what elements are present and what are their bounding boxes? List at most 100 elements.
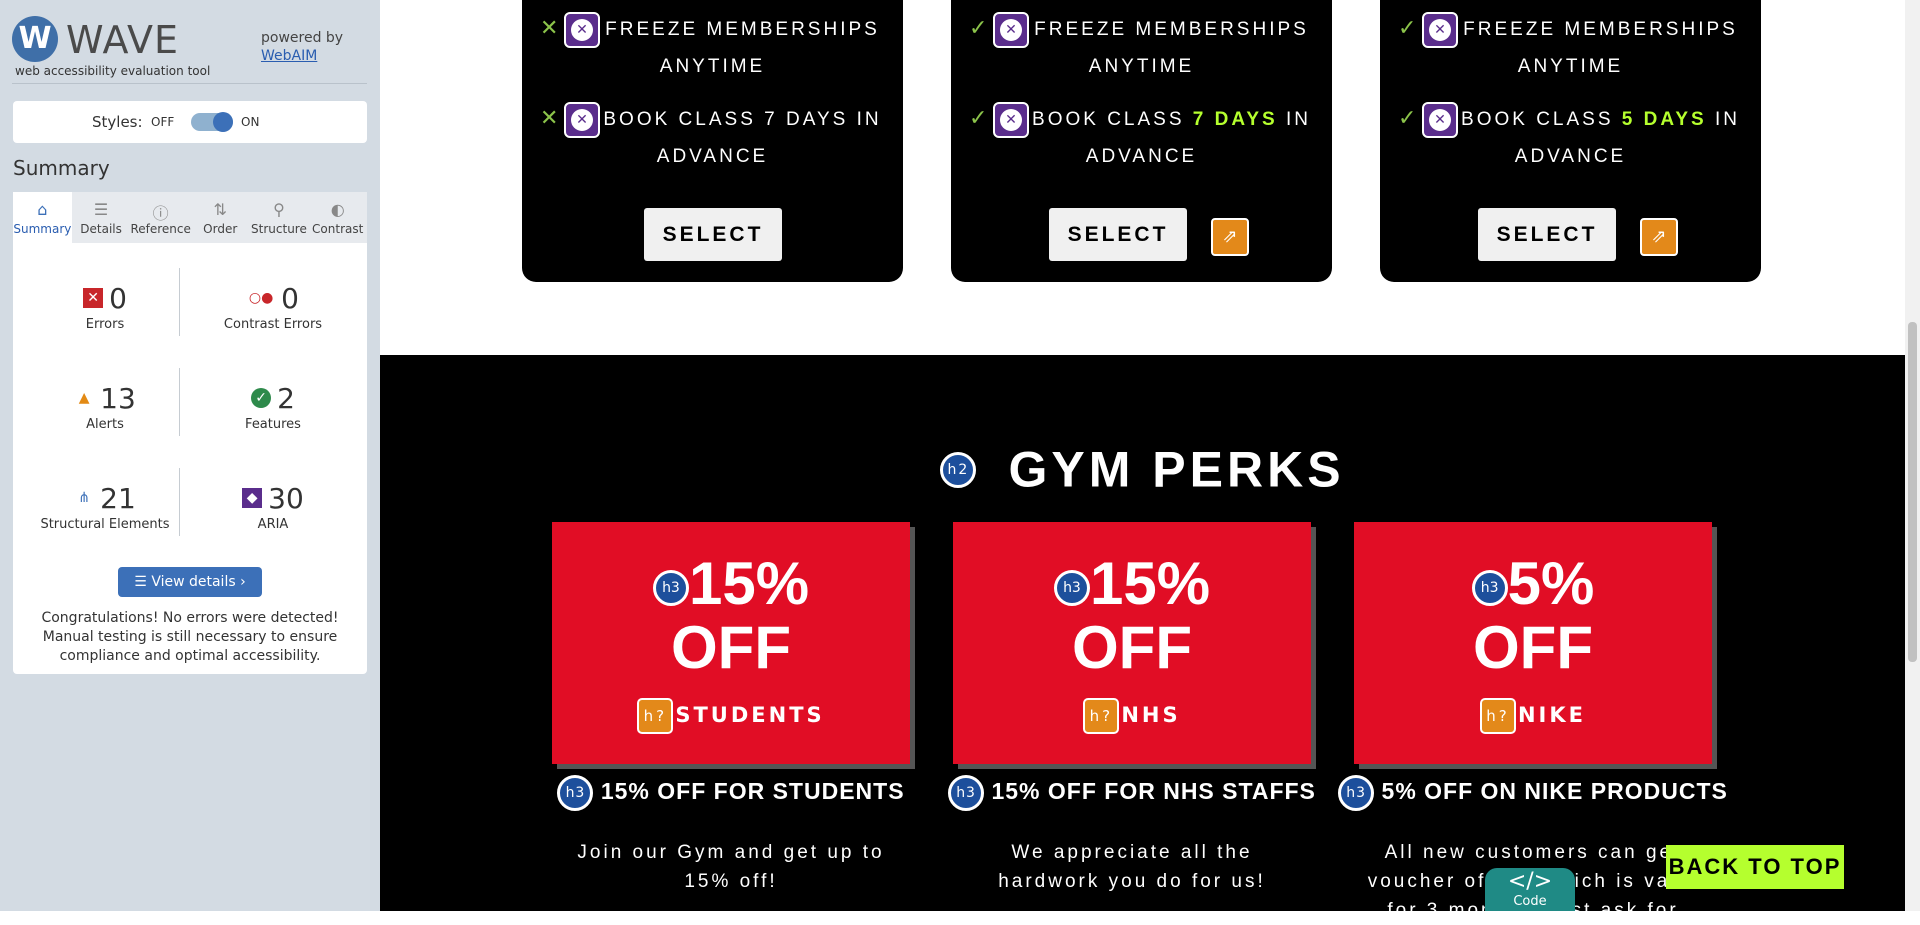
perk-off: OFF	[1473, 614, 1593, 681]
desc-line: All new customers can get	[1384, 842, 1682, 863]
list-icon: ☰	[93, 200, 109, 219]
heading-level-icon: h3	[1471, 570, 1508, 607]
redundant-link-icon[interactable]: ⇗	[1640, 218, 1678, 256]
structural-stat[interactable]: ⋔ 21 Structural Elements	[25, 482, 185, 532]
feature-text: BOOK CLASS 7 DAYS IN	[603, 109, 882, 130]
wave-header: W WAVE web accessibility evaluation tool…	[12, 14, 367, 84]
perk-card: h3 15% OFF h? STUDENTS	[552, 522, 910, 764]
alerts-label: Alerts	[86, 417, 124, 432]
plan-feature-line2: ADVANCE	[1514, 146, 1627, 167]
perk-percent: 15%	[688, 550, 810, 617]
home-icon: ⌂	[37, 200, 48, 219]
styles-on-label: ON	[241, 115, 260, 129]
desc-line: 15% off!	[684, 871, 778, 892]
tab-contrast[interactable]: ◐ Contrast	[308, 192, 367, 243]
aria-icon: ◆	[242, 488, 263, 508]
perk-card: h3 15% OFF h? NHS	[953, 522, 1311, 764]
alerts-count: 13	[100, 382, 136, 415]
structure-icon: ⚲	[273, 200, 285, 219]
feature-highlight: 5 DAYS	[1621, 109, 1707, 130]
plan-feature-line2: ANYTIME	[659, 56, 766, 77]
code-toggle-button[interactable]: </> Code	[1485, 868, 1575, 911]
perk-name: h? NHS	[953, 698, 1311, 734]
tab-summary[interactable]: ⌂ Summary	[13, 192, 72, 243]
alerts-stat[interactable]: ▲ 13 Alerts	[25, 382, 185, 432]
webaim-link[interactable]: WebAIM	[261, 48, 317, 64]
perk-off: OFF	[671, 614, 791, 681]
plan-card: ✓ ✕ FREEZE MEMBERSHIPS ANYTIME ✓ ✕ BOOK …	[951, 0, 1332, 282]
vertical-scrollbar[interactable]	[1905, 0, 1920, 911]
heading-level-icon: h3	[1338, 775, 1375, 811]
aria-stat[interactable]: ◆ 30 ARIA	[193, 482, 353, 532]
scrollbar-thumb[interactable]	[1908, 322, 1917, 662]
aria-count: 30	[268, 482, 304, 515]
select-button[interactable]: SELECT	[1478, 208, 1616, 261]
plan-feature-line2: ADVANCE	[656, 146, 769, 167]
tab-reference[interactable]: ⓘ Reference	[130, 192, 190, 243]
possible-heading-icon: h?	[637, 698, 674, 734]
structure-icon: ⋔	[78, 490, 91, 506]
desc-line: We appreciate all the	[1011, 842, 1253, 863]
tab-order-label: Order	[203, 222, 238, 236]
tab-contrast-label: Contrast	[312, 222, 364, 236]
perks-title: GYM PERKS	[1008, 441, 1345, 498]
tab-structure[interactable]: ⚲ Structure	[250, 192, 309, 243]
styles-toggle-switch[interactable]	[191, 112, 233, 132]
congrats-message: Congratulations! No errors were detected…	[41, 610, 339, 664]
powered-by-label: powered by	[261, 30, 344, 46]
errors-count: 0	[109, 282, 127, 315]
perk-name: h? STUDENTS	[552, 698, 910, 734]
plan-feature-line2: ANYTIME	[1088, 56, 1195, 77]
structural-label: Structural Elements	[40, 517, 170, 532]
order-icon: ⇅	[213, 200, 227, 219]
select-button[interactable]: SELECT	[644, 208, 782, 261]
plan-feature: BOOK CLASS 5 DAYS IN	[1380, 102, 1761, 138]
desc-line: Join our Gym and get up to	[577, 842, 885, 863]
page-content: ✕ ✕ FREEZE MEMBERSHIPS ANYTIME ✕ ✕ BOOK …	[380, 0, 1905, 921]
back-to-top-button[interactable]: BACK TO TOP	[1666, 845, 1844, 889]
features-stat[interactable]: ✓ 2 Features	[193, 382, 353, 432]
divider	[179, 268, 180, 336]
summary-heading: Summary	[13, 156, 110, 180]
plan-feature-line2: ANYTIME	[1517, 56, 1624, 77]
perk-subtitle-text: 15% OFF FOR NHS STAFFS	[991, 778, 1316, 805]
contrast-errors-stat[interactable]: ○● 0 Contrast Errors	[193, 282, 353, 332]
perk-description: Join our Gym and get up to 15% off!	[551, 838, 911, 896]
plan-feature-line2: ADVANCE	[1085, 146, 1198, 167]
heading-level-icon: h3	[948, 775, 985, 811]
select-button[interactable]: SELECT	[1049, 208, 1187, 261]
perk-subtitle: h3 5% OFF ON NIKE PRODUCTS	[1333, 775, 1733, 811]
feature-icon: ✓	[251, 388, 272, 408]
summary-panel: ⌂ Summary ☰ Details ⓘ Reference ⇅ Order ⚲ Str…	[13, 192, 367, 674]
styles-label: Styles:	[92, 113, 143, 131]
styles-off-label: OFF	[151, 115, 175, 129]
feature-text: FREEZE MEMBERSHIPS	[605, 19, 880, 40]
heading-level-icon: h3	[1053, 570, 1090, 607]
feature-text: IN	[1706, 109, 1740, 130]
perk-name: h? NIKE	[1354, 698, 1712, 734]
code-icon: </>	[1507, 869, 1553, 894]
perk-name-text: NHS	[1121, 703, 1181, 727]
perk-off: OFF	[1072, 614, 1192, 681]
feature-text: FREEZE MEMBERSHIPS	[1034, 19, 1309, 40]
perk-subtitle-text: 5% OFF ON NIKE PRODUCTS	[1381, 778, 1728, 805]
view-details-button[interactable]: ☰ View details ›	[118, 567, 262, 597]
contrast-error-icon: ○●	[248, 290, 274, 306]
perks-heading: h2 GYM PERKS	[380, 437, 1905, 499]
perk-card: h3 5% OFF h? NIKE	[1354, 522, 1712, 764]
tab-structure-label: Structure	[251, 222, 307, 236]
perk-subtitle: h3 15% OFF FOR NHS STAFFS	[932, 775, 1332, 811]
gym-perks-section: h2 GYM PERKS h3 15% OFF h? STUDENTS h3 15% …	[380, 355, 1905, 921]
divider	[179, 468, 180, 536]
redundant-link-icon[interactable]: ⇗	[1211, 218, 1249, 256]
wave-sidebar: W WAVE web accessibility evaluation tool…	[0, 0, 380, 911]
feature-text: IN	[1277, 109, 1311, 130]
tab-order[interactable]: ⇅ Order	[191, 192, 250, 243]
errors-stat[interactable]: ✕ 0 Errors	[25, 282, 185, 332]
plan-feature: BOOK CLASS 7 DAYS IN	[522, 102, 903, 138]
perk-discount: h3 15% OFF	[552, 552, 910, 680]
structural-count: 21	[100, 482, 136, 515]
tab-details[interactable]: ☰ Details	[72, 192, 131, 243]
perk-percent: 15%	[1089, 550, 1211, 617]
view-details-label: View details ›	[151, 574, 246, 590]
